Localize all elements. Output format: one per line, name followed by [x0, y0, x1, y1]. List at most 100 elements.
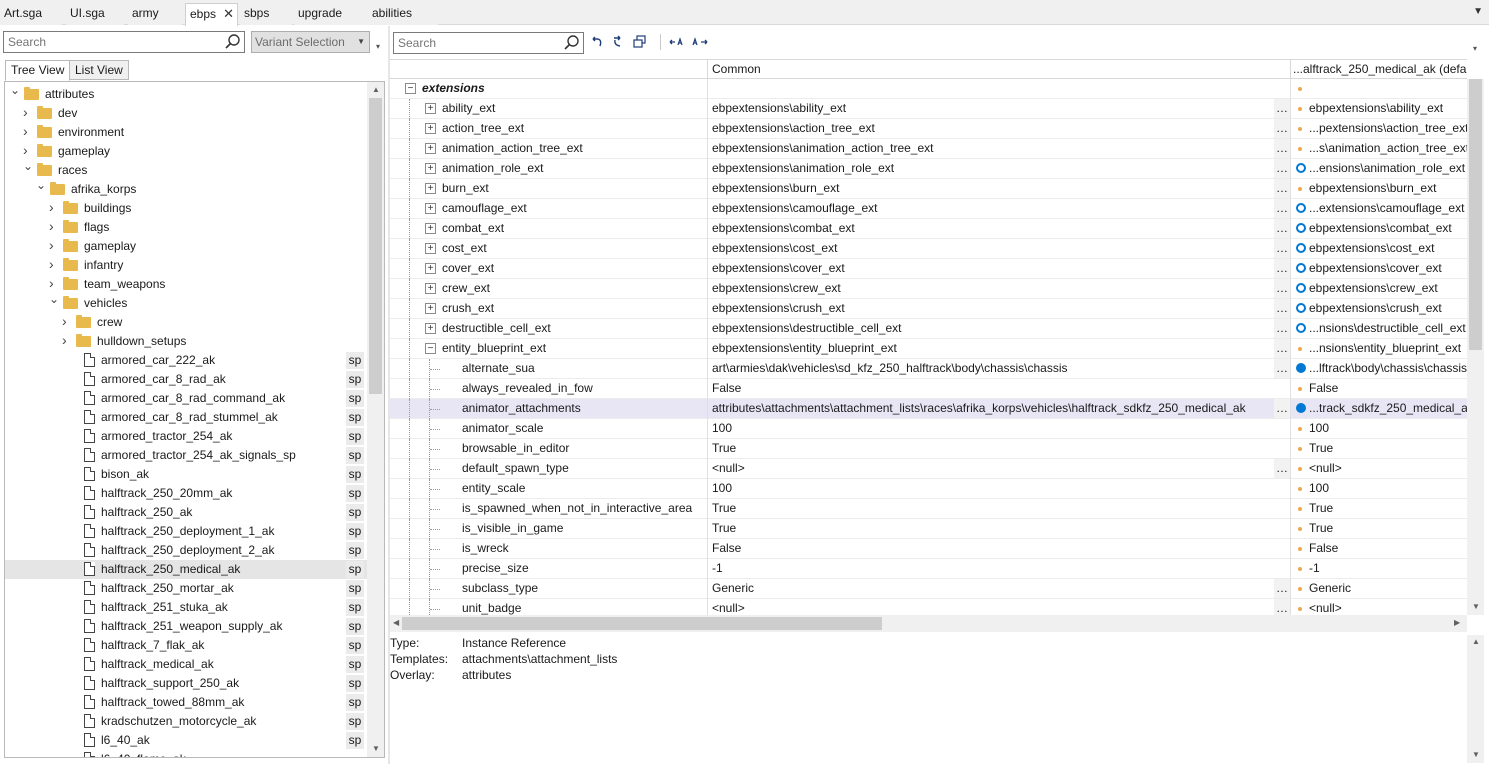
tab-list-dropdown-icon[interactable]: ▼: [1473, 6, 1483, 17]
tree-file-item[interactable]: armored_tractor_254_ak sp: [5, 427, 367, 446]
property-search-input[interactable]: [394, 33, 561, 53]
scroll-up-icon[interactable]: ▲: [372, 85, 380, 94]
ellipsis-button[interactable]: …: [1274, 219, 1290, 238]
property-common-value[interactable]: True: [712, 519, 1272, 538]
expand-icon[interactable]: +: [425, 303, 436, 314]
tree-folder-item[interactable]: ⌄ vehicles: [5, 292, 367, 313]
property-common-value[interactable]: ebpextensions\crush_ext: [712, 299, 1272, 318]
expand-icon[interactable]: +: [425, 183, 436, 194]
property-common-value[interactable]: True: [712, 439, 1272, 458]
property-common-value[interactable]: <null>: [712, 599, 1272, 615]
tree-folder-item[interactable]: ⌄ races: [5, 159, 367, 180]
property-row[interactable]: animator_attachments attributes\attachmen…: [390, 399, 1467, 419]
property-common-value[interactable]: False: [712, 379, 1272, 398]
property-common-value[interactable]: art\armies\dak\vehicles\sd_kfz_250_halft…: [712, 359, 1272, 378]
tab-abilities[interactable]: abilities: [368, 3, 438, 25]
property-variant-value[interactable]: False: [1309, 539, 1467, 558]
ellipsis-button[interactable]: …: [1274, 159, 1290, 178]
chevron-right-icon[interactable]: ›: [62, 331, 72, 350]
property-common-value[interactable]: attributes\attachments\attachment_lists\…: [712, 399, 1272, 418]
tree-file-item[interactable]: l6_40_ak sp: [5, 731, 367, 750]
property-common-value[interactable]: ebpextensions\ability_ext: [712, 99, 1272, 118]
expand-icon[interactable]: +: [425, 123, 436, 134]
chevron-right-icon[interactable]: ›: [23, 122, 33, 141]
ellipsis-button[interactable]: …: [1274, 579, 1290, 598]
tree-file-item[interactable]: halftrack_towed_88mm_ak sp: [5, 693, 367, 712]
property-variant-value[interactable]: 100: [1309, 479, 1467, 498]
property-variant-value[interactable]: ebpextensions\crush_ext: [1309, 299, 1467, 318]
panel-options-icon[interactable]: ▾: [1473, 44, 1477, 53]
property-row[interactable]: unit_badge <null>… <null>: [390, 599, 1467, 615]
grid-vertical-scrollbar[interactable]: ▲ ▼: [1467, 79, 1484, 615]
tree-folder-item[interactable]: › flags: [5, 218, 367, 237]
property-common-value[interactable]: ebpextensions\animation_role_ext: [712, 159, 1272, 178]
collapse-icon[interactable]: −: [425, 343, 436, 354]
expand-icon[interactable]: +: [425, 263, 436, 274]
tab-ebps[interactable]: ebps ✕: [185, 3, 238, 26]
expand-icon[interactable]: +: [425, 143, 436, 154]
ellipsis-button[interactable]: …: [1274, 239, 1290, 258]
tree-file-item[interactable]: armored_car_8_rad_command_ak sp: [5, 389, 367, 408]
property-row[interactable]: + action_tree_ext ebpextensions\action_tre…: [390, 119, 1467, 139]
navigate-forward-icon[interactable]: [611, 34, 627, 50]
tree-file-item[interactable]: halftrack_medical_ak sp: [5, 655, 367, 674]
close-icon[interactable]: ✕: [223, 4, 234, 24]
property-common-value[interactable]: 100: [712, 419, 1272, 438]
property-variant-value[interactable]: ...nsions\destructible_cell_ext: [1309, 319, 1467, 338]
chevron-down-icon[interactable]: ⌄: [49, 290, 59, 309]
tree-folder-item[interactable]: ⌄ attributes: [5, 83, 367, 104]
property-common-value[interactable]: ebpextensions\camouflage_ext: [712, 199, 1272, 218]
column-header-variant[interactable]: ...alftrack_250_medical_ak (defau: [1293, 60, 1467, 79]
tree-vertical-scrollbar[interactable]: ▲ ▼: [367, 82, 384, 757]
tab-sbps[interactable]: sbps: [240, 3, 292, 25]
scroll-left-icon[interactable]: ◀: [393, 618, 399, 627]
property-row[interactable]: alternate_sua art\armies\dak\vehicles\sd_…: [390, 359, 1467, 379]
property-variant-value[interactable]: Generic: [1309, 579, 1467, 598]
chevron-right-icon[interactable]: ›: [62, 312, 72, 331]
tree-file-item[interactable]: armored_car_222_ak sp: [5, 351, 367, 370]
tree-folder-item[interactable]: › team_weapons: [5, 275, 367, 294]
property-row[interactable]: + crush_ext ebpextensions\crush_ext… ebpext…: [390, 299, 1467, 319]
tab-list-view[interactable]: List View: [69, 60, 129, 80]
property-variant-value[interactable]: ...lftrack\body\chassis\chassis: [1309, 359, 1467, 378]
chevron-right-icon[interactable]: ›: [49, 198, 59, 217]
chevron-down-icon[interactable]: ⌄: [10, 82, 20, 100]
scroll-right-icon[interactable]: ▶: [1454, 618, 1460, 627]
column-divider[interactable]: [707, 60, 708, 79]
tab-upgrade[interactable]: upgrade: [294, 3, 368, 25]
property-variant-value[interactable]: ...extensions\camouflage_ext: [1309, 199, 1467, 218]
property-variant-value[interactable]: ebpextensions\combat_ext: [1309, 219, 1467, 238]
copy-windows-icon[interactable]: [632, 34, 648, 50]
ellipsis-button[interactable]: …: [1274, 319, 1290, 338]
collapse-all-icon[interactable]: [669, 34, 685, 50]
tree-folder-item[interactable]: ⌄ afrika_korps: [5, 178, 367, 199]
property-common-value[interactable]: [712, 79, 1272, 98]
expand-icon[interactable]: +: [425, 223, 436, 234]
property-variant-value[interactable]: ...s\animation_action_tree_ext: [1309, 139, 1467, 158]
collapse-icon[interactable]: −: [405, 83, 416, 94]
property-variant-value[interactable]: <null>: [1309, 599, 1467, 615]
tree-file-item[interactable]: halftrack_250_20mm_ak sp: [5, 484, 367, 503]
tree-folder-item[interactable]: › gameplay: [5, 142, 367, 161]
property-row[interactable]: + cost_ext ebpextensions\cost_ext… ebpexten…: [390, 239, 1467, 259]
ellipsis-button[interactable]: …: [1274, 359, 1290, 378]
property-row[interactable]: + ability_ext ebpextensions\ability_ext… eb…: [390, 99, 1467, 119]
expand-icon[interactable]: +: [425, 103, 436, 114]
property-common-value[interactable]: ebpextensions\action_tree_ext: [712, 119, 1272, 138]
property-variant-value[interactable]: ebpextensions\crew_ext: [1309, 279, 1467, 298]
chevron-right-icon[interactable]: ›: [49, 255, 59, 274]
tree-folder-item[interactable]: › dev: [5, 104, 367, 123]
property-variant-value[interactable]: ...pextensions\action_tree_ext: [1309, 119, 1467, 138]
tree-search-input[interactable]: [4, 32, 222, 52]
tab-tree-view[interactable]: Tree View: [5, 60, 71, 81]
property-variant-value[interactable]: 100: [1309, 419, 1467, 438]
property-variant-value[interactable]: ...ensions\animation_role_ext: [1309, 159, 1467, 178]
property-row[interactable]: + camouflage_ext ebpextensions\camouflage_…: [390, 199, 1467, 219]
tree-file-item[interactable]: kradschutzen_motorcycle_ak sp: [5, 712, 367, 731]
scroll-thumb[interactable]: [1469, 79, 1482, 350]
tree-file-item[interactable]: halftrack_250_mortar_ak sp: [5, 579, 367, 598]
property-common-value[interactable]: ebpextensions\crew_ext: [712, 279, 1272, 298]
property-variant-value[interactable]: ...track_sdkfz_250_medical_ak: [1309, 399, 1467, 418]
property-common-value[interactable]: ebpextensions\cover_ext: [712, 259, 1272, 278]
tree-file-item[interactable]: bison_ak sp: [5, 465, 367, 484]
